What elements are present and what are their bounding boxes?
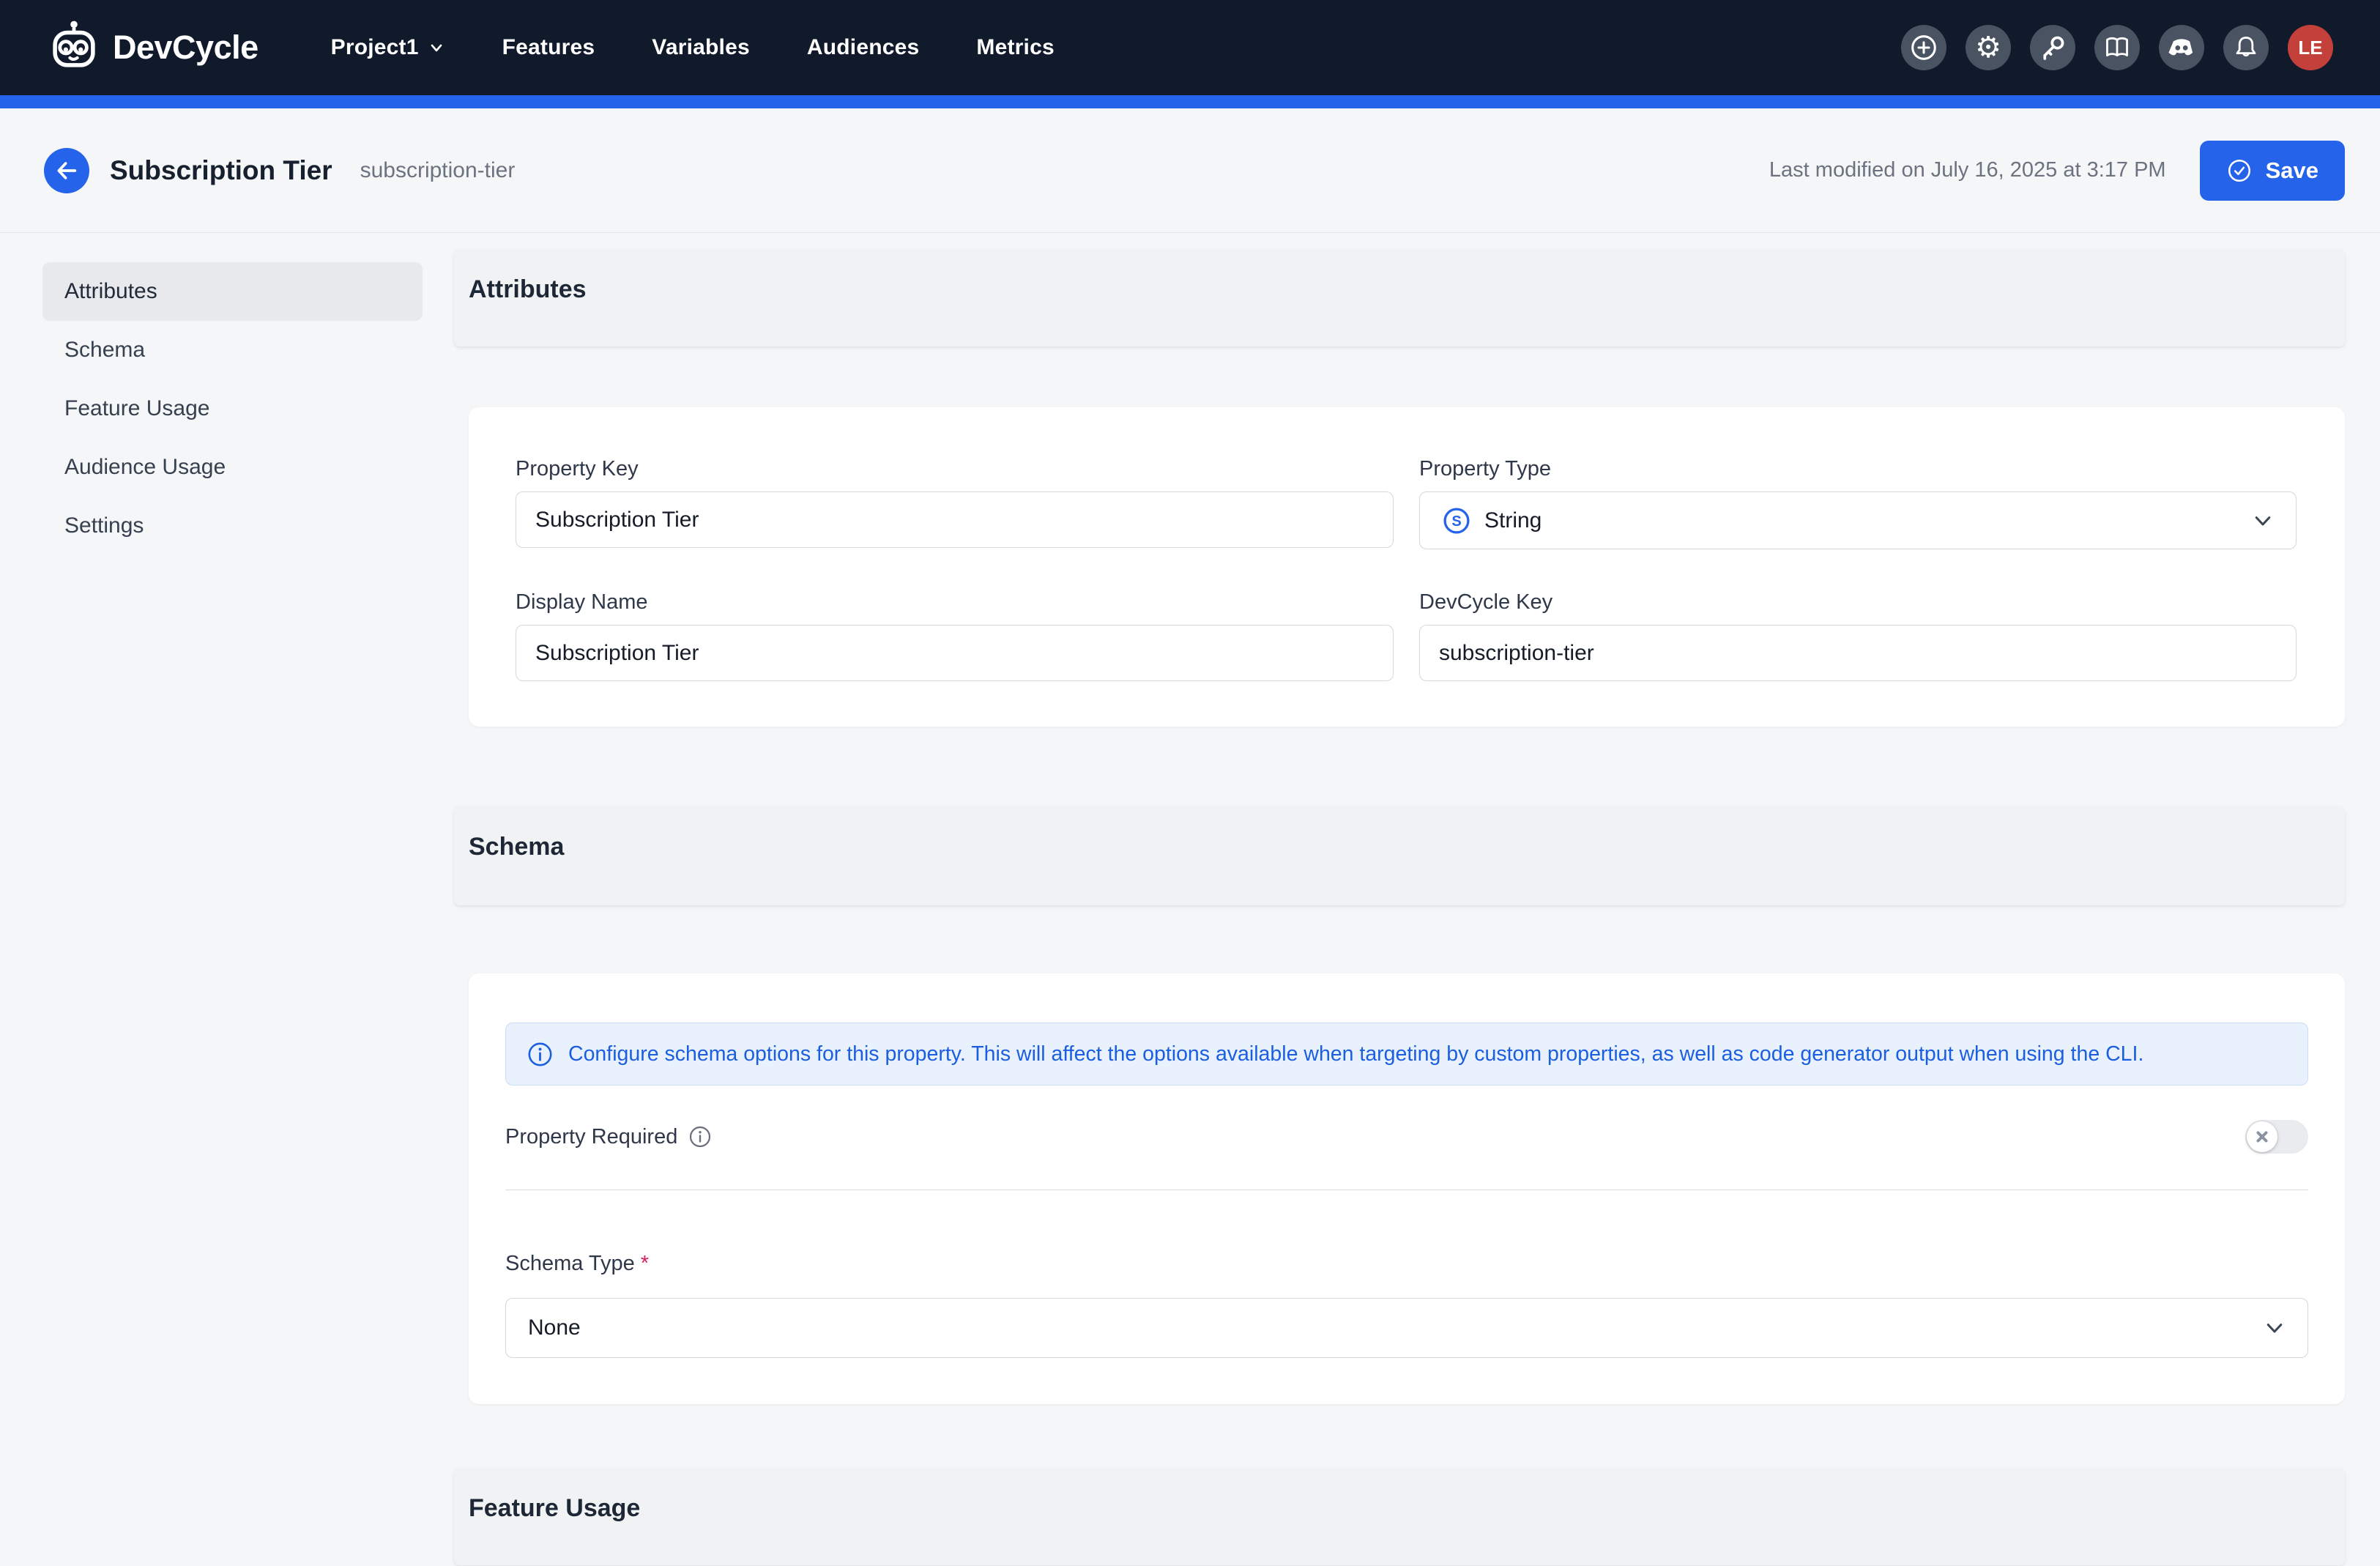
page-key: subscription-tier (360, 158, 516, 183)
save-label: Save (2266, 157, 2318, 184)
save-button[interactable]: Save (2200, 141, 2345, 201)
x-icon (2255, 1129, 2269, 1144)
nav-item-audiences[interactable]: Audiences (778, 35, 948, 60)
docs-button[interactable] (2094, 25, 2140, 70)
property-type-value: String (1484, 508, 1542, 533)
settings-sidebar: Attributes Schema Feature Usage Audience… (42, 262, 423, 555)
book-icon (2102, 33, 2132, 62)
schema-type-label-row: Schema Type * (505, 1252, 2308, 1276)
sidebar-item-settings[interactable]: Settings (42, 497, 423, 555)
schema-heading: Schema (469, 833, 2345, 861)
feature-usage-heading: Feature Usage (469, 1494, 2345, 1523)
nav-item-metrics[interactable]: Metrics (948, 35, 1082, 60)
nav-item-features[interactable]: Features (474, 35, 624, 60)
display-name-field: Display Name (516, 590, 1394, 681)
plus-circle-icon (1909, 33, 1938, 62)
nav-item-variables[interactable]: Variables (623, 35, 778, 60)
chevron-down-icon (428, 39, 445, 56)
string-type-icon: S (1442, 506, 1471, 535)
svg-text:S: S (1451, 513, 1461, 530)
brand-name: DevCycle (113, 29, 259, 67)
schema-type-label: Schema Type (505, 1252, 635, 1275)
discord-button[interactable] (2159, 25, 2204, 70)
display-name-label: Display Name (516, 590, 1394, 615)
property-type-label: Property Type (1419, 457, 2297, 481)
discord-icon (2166, 32, 2197, 63)
devcycle-logo[interactable]: DevCycle (47, 19, 259, 77)
notifications-button[interactable] (2223, 25, 2269, 70)
chevron-down-icon (2264, 1317, 2286, 1339)
key-icon (2038, 33, 2067, 62)
schema-section-header: Schema (454, 806, 2345, 905)
chevron-down-icon (2252, 510, 2274, 532)
property-type-select[interactable]: S String (1419, 491, 2297, 549)
property-type-field: Property Type S String (1419, 457, 2297, 549)
arrow-left-icon (54, 158, 79, 183)
schema-card: Configure schema options for this proper… (469, 973, 2345, 1404)
avatar[interactable]: LE (2288, 25, 2333, 70)
schema-info-text: Configure schema options for this proper… (568, 1042, 2143, 1066)
property-required-toggle[interactable] (2245, 1120, 2308, 1154)
settings-button[interactable]: ⚙ (1966, 25, 2011, 70)
gear-icon: ⚙ (1975, 33, 2001, 62)
property-required-row: Property Required (505, 1119, 2308, 1154)
schema-info-banner: Configure schema options for this proper… (505, 1023, 2308, 1086)
accent-bar (0, 95, 2380, 108)
main-panel: Attributes Property Key Property Type S (454, 249, 2345, 1565)
sidebar-item-feature-usage[interactable]: Feature Usage (42, 379, 423, 438)
schema-type-select[interactable]: None (505, 1298, 2308, 1358)
devcycle-key-input[interactable] (1419, 625, 2297, 681)
devcycle-key-field: DevCycle Key (1419, 590, 2297, 681)
page-header: Subscription Tier subscription-tier Last… (0, 108, 2380, 233)
create-button[interactable] (1901, 25, 1946, 70)
project-name: Project1 (331, 35, 419, 60)
api-keys-button[interactable] (2030, 25, 2075, 70)
property-key-field: Property Key (516, 457, 1394, 549)
sidebar-item-audience-usage[interactable]: Audience Usage (42, 438, 423, 497)
main-nav: Project1 Features Variables Audiences Me… (302, 35, 1083, 60)
devcycle-robot-icon (47, 19, 101, 77)
required-asterisk: * (641, 1252, 649, 1275)
property-required-info-icon[interactable] (688, 1124, 713, 1149)
toggle-knob (2247, 1121, 2277, 1152)
last-modified: Last modified on July 16, 2025 at 3:17 P… (1769, 158, 2166, 182)
devcycle-key-label: DevCycle Key (1419, 590, 2297, 615)
back-button[interactable] (44, 148, 89, 193)
schema-type-value: None (528, 1315, 581, 1340)
bell-icon (2231, 33, 2261, 62)
info-icon (527, 1041, 554, 1068)
project-switcher[interactable]: Project1 (302, 35, 474, 60)
feature-usage-section-header: Feature Usage (454, 1468, 2345, 1565)
property-key-label: Property Key (516, 457, 1394, 481)
attributes-heading: Attributes (469, 275, 2345, 304)
sidebar-item-schema[interactable]: Schema (42, 321, 423, 379)
attributes-card: Property Key Property Type S String (469, 407, 2345, 727)
property-required-label: Property Required (505, 1125, 677, 1149)
attributes-section-header: Attributes (454, 249, 2345, 346)
property-key-input[interactable] (516, 491, 1394, 548)
content: Attributes Schema Feature Usage Audience… (0, 233, 2380, 1565)
display-name-input[interactable] (516, 625, 1394, 681)
navbar-actions: ⚙ (1901, 25, 2333, 70)
check-circle-icon (2226, 157, 2253, 184)
sidebar-item-attributes[interactable]: Attributes (42, 262, 423, 321)
page-title: Subscription Tier (110, 155, 332, 186)
top-navbar: DevCycle Project1 Features Variables Aud… (0, 0, 2380, 95)
